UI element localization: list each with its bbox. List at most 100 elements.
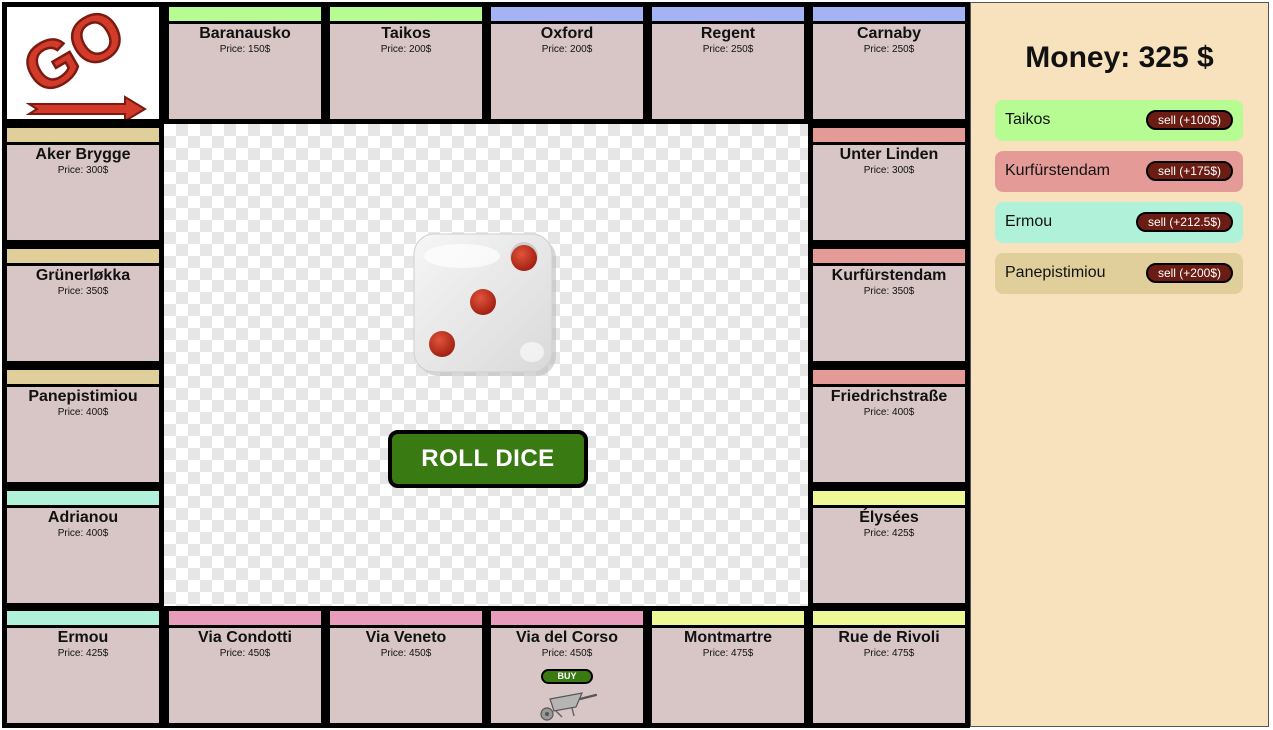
- property-price: Price: 450$: [219, 648, 271, 659]
- color-bar: [7, 491, 159, 508]
- property-tile-friedrichstrasse[interactable]: Friedrichstraße Price: 400$: [808, 365, 970, 487]
- property-tile-oxford[interactable]: Oxford Price: 200$: [486, 2, 648, 124]
- property-price: Price: 200$: [541, 44, 593, 55]
- property-price: Price: 400$: [863, 407, 915, 418]
- property-name: Aker Brygge: [35, 146, 131, 163]
- color-bar: [330, 611, 482, 628]
- property-tile-grunerlokka[interactable]: Grünerløkka Price: 350$: [2, 244, 164, 366]
- color-bar: [169, 7, 321, 24]
- property-tile-adrianou[interactable]: Adrianou Price: 400$: [2, 486, 164, 608]
- player-panel: Money: 325 $ Taikos sell (+100$) Kurfürs…: [970, 2, 1269, 727]
- color-bar: [652, 611, 804, 628]
- property-price: Price: 250$: [863, 44, 915, 55]
- property-name: Montmartre: [683, 629, 772, 646]
- property-price: Price: 450$: [541, 648, 593, 659]
- owned-properties-list: Taikos sell (+100$) Kurfürstendam sell (…: [995, 100, 1243, 304]
- property-price: Price: 450$: [380, 648, 432, 659]
- property-name: Panepistimiou: [28, 388, 138, 405]
- property-price: Price: 300$: [863, 165, 915, 176]
- property-name: Carnaby: [856, 25, 922, 42]
- property-name: Taikos: [381, 25, 431, 42]
- go-corner-tile: GO: [2, 0, 164, 124]
- property-name: Grünerløkka: [35, 267, 131, 284]
- sell-button[interactable]: sell (+212.5$): [1135, 212, 1233, 232]
- roll-dice-button[interactable]: ROLL DICE: [388, 430, 588, 488]
- property-tile-via-condotti[interactable]: Via Condotti Price: 450$: [164, 606, 326, 728]
- property-name: Rue de Rivoli: [838, 629, 940, 646]
- property-price: Price: 300$: [57, 165, 109, 176]
- svg-text:GO: GO: [11, 7, 137, 108]
- color-bar: [813, 7, 965, 24]
- property-price: Price: 400$: [57, 528, 109, 539]
- owned-property-item: Kurfürstendam sell (+175$): [995, 151, 1243, 192]
- property-name: Baranausko: [199, 25, 291, 42]
- property-price: Price: 350$: [863, 286, 915, 297]
- owned-property-name: Panepistimiou: [1005, 264, 1106, 281]
- buy-button[interactable]: BUY: [541, 669, 593, 684]
- wheelbarrow-token-icon: [540, 692, 598, 721]
- property-tile-panepistimiou[interactable]: Panepistimiou Price: 400$: [2, 365, 164, 487]
- color-bar: [813, 611, 965, 628]
- owned-property-name: Taikos: [1005, 111, 1051, 128]
- dice-icon[interactable]: [412, 232, 560, 380]
- property-tile-carnaby[interactable]: Carnaby Price: 250$: [808, 2, 970, 124]
- property-price: Price: 475$: [863, 648, 915, 659]
- property-tile-via-del-corso[interactable]: Via del Corso Price: 450$ BUY: [486, 606, 648, 728]
- property-price: Price: 200$: [380, 44, 432, 55]
- property-tile-aker-brygge[interactable]: Aker Brygge Price: 300$: [2, 123, 164, 245]
- property-name: Unter Linden: [839, 146, 939, 163]
- color-bar: [330, 7, 482, 24]
- property-tile-unter-linden[interactable]: Unter Linden Price: 300$: [808, 123, 970, 245]
- money-display: Money: 325 $: [1025, 41, 1214, 74]
- property-name: Regent: [700, 25, 756, 42]
- property-name: Oxford: [540, 25, 594, 42]
- property-name: Kurfürstendam: [831, 267, 947, 284]
- sell-button[interactable]: sell (+175$): [1145, 161, 1233, 181]
- sell-button[interactable]: sell (+200$): [1145, 263, 1233, 283]
- property-tile-via-veneto[interactable]: Via Veneto Price: 450$: [325, 606, 487, 728]
- color-bar: [7, 249, 159, 266]
- property-tile-baranausko[interactable]: Baranausko Price: 150$: [164, 2, 326, 124]
- color-bar: [813, 249, 965, 266]
- owned-property-item: Taikos sell (+100$): [995, 100, 1243, 141]
- owned-property-name: Kurfürstendam: [1005, 162, 1110, 179]
- property-name: Via Condotti: [198, 629, 292, 646]
- property-price: Price: 400$: [57, 407, 109, 418]
- color-bar: [813, 491, 965, 508]
- property-name: Élysées: [859, 509, 919, 526]
- property-price: Price: 250$: [702, 44, 754, 55]
- property-tile-taikos[interactable]: Taikos Price: 200$: [325, 2, 487, 124]
- property-name: Friedrichstraße: [830, 388, 948, 405]
- color-bar: [7, 128, 159, 145]
- owned-property-item: Ermou sell (+212.5$): [995, 202, 1243, 243]
- game-board: GO Baranausko Price: 150$ Taikos Price: …: [2, 0, 970, 728]
- color-bar: [7, 370, 159, 387]
- property-price: Price: 475$: [702, 648, 754, 659]
- go-arrow-icon: GO: [9, 0, 147, 123]
- property-tile-kurfurstendam[interactable]: Kurfürstendam Price: 350$: [808, 244, 970, 366]
- color-bar: [813, 370, 965, 387]
- color-bar: [813, 128, 965, 145]
- owned-property-name: Ermou: [1005, 213, 1053, 230]
- color-bar: [491, 611, 643, 628]
- property-price: Price: 425$: [863, 528, 915, 539]
- property-name: Adrianou: [47, 509, 119, 526]
- property-tile-elysees[interactable]: Élysées Price: 425$: [808, 486, 970, 608]
- property-tile-montmartre[interactable]: Montmartre Price: 475$: [647, 606, 809, 728]
- property-price: Price: 425$: [57, 648, 109, 659]
- color-bar: [491, 7, 643, 24]
- property-name: Via Veneto: [365, 629, 447, 646]
- property-price: Price: 150$: [219, 44, 271, 55]
- owned-property-item: Panepistimiou sell (+200$): [995, 253, 1243, 294]
- property-name: Ermou: [57, 629, 109, 646]
- property-tile-regent[interactable]: Regent Price: 250$: [647, 2, 809, 124]
- color-bar: [652, 7, 804, 24]
- property-price: Price: 350$: [57, 286, 109, 297]
- property-name: Via del Corso: [516, 629, 618, 646]
- property-tile-ermou[interactable]: Ermou Price: 425$: [2, 606, 164, 728]
- sell-button[interactable]: sell (+100$): [1145, 110, 1233, 130]
- board-center: ROLL DICE: [164, 124, 808, 606]
- color-bar: [169, 611, 321, 628]
- color-bar: [7, 611, 159, 628]
- property-tile-rue-de-rivoli[interactable]: Rue de Rivoli Price: 475$: [808, 606, 970, 728]
